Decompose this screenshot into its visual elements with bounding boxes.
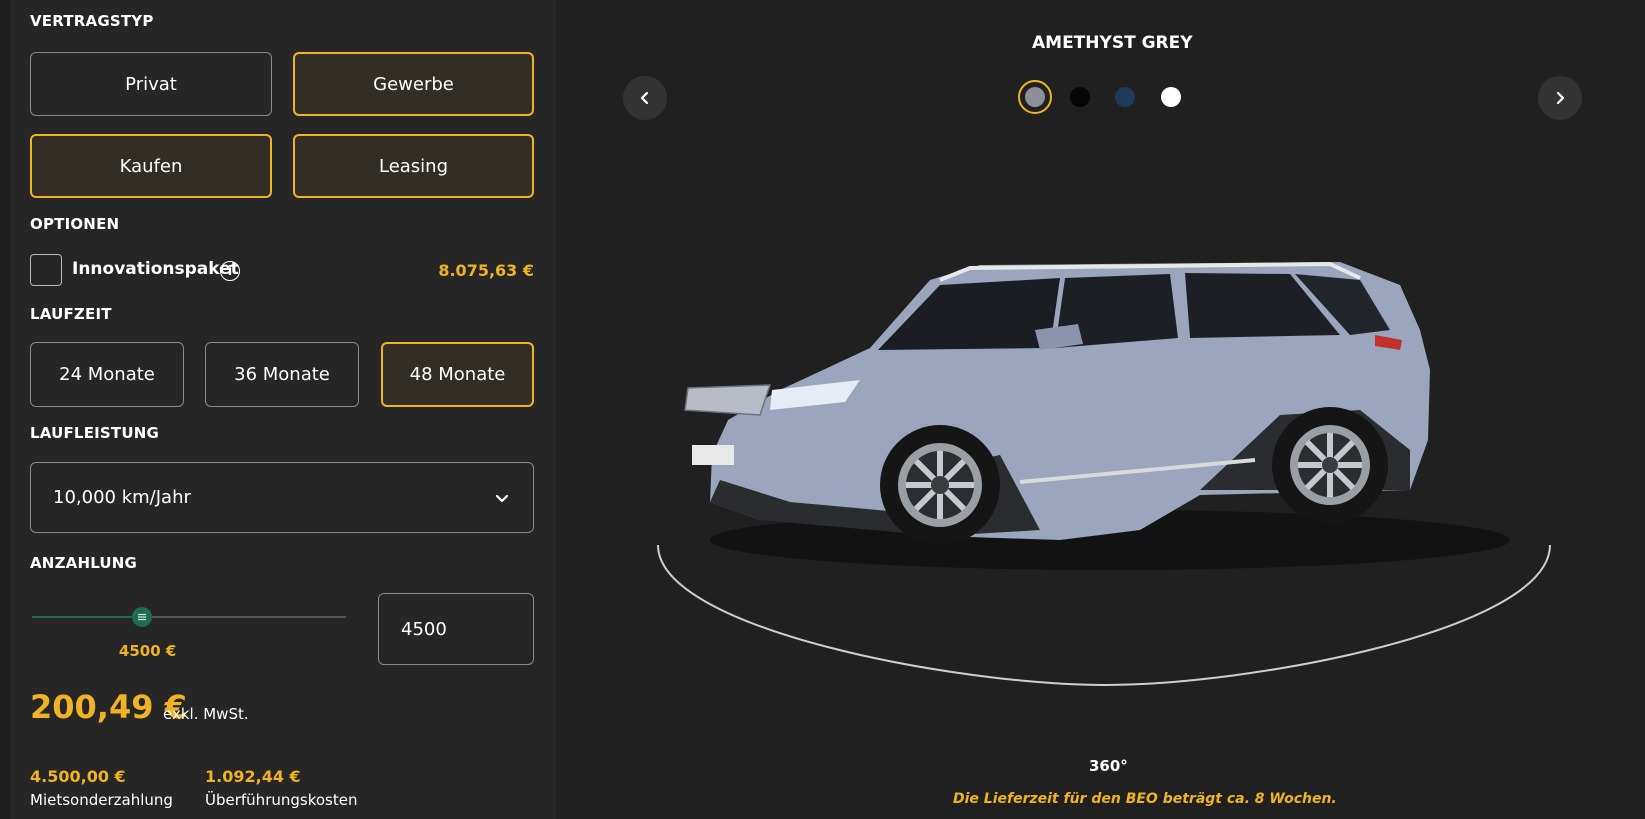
delivery-time-note: Die Lieferzeit für den BEO beträgt ca. 8… <box>953 791 1337 807</box>
front-grille <box>684 384 772 416</box>
previous-color-button[interactable] <box>623 76 667 120</box>
mileage-heading: LAUFLEISTUNG <box>30 424 159 442</box>
color-swatch-blue[interactable] <box>1115 87 1135 107</box>
configurator: VERTRAGSTYP Privat Gewerbe Kaufen Leasin… <box>0 0 1645 819</box>
private-button[interactable]: Privat <box>30 52 272 116</box>
duration-36-button[interactable]: 36 Monate <box>205 342 359 407</box>
leasing-button[interactable]: Leasing <box>293 134 534 198</box>
options-heading: OPTIONEN <box>30 215 120 233</box>
price-tax-note: exkl. MwSt. <box>163 705 249 723</box>
license-plate <box>692 445 734 465</box>
transfer-cost-label: Überführungskosten <box>205 791 358 809</box>
mileage-select[interactable]: 10,000 km/Jahr <box>30 462 534 533</box>
car-image[interactable] <box>640 240 1560 700</box>
color-swatch-black[interactable] <box>1070 87 1090 107</box>
special-payment-label: Mietsonderzahlung <box>30 791 173 809</box>
innovation-package-label: Innovationspaket <box>72 259 239 279</box>
transfer-cost-value: 1.092,44 € <box>205 767 301 786</box>
downpayment-slider-handle[interactable] <box>131 607 152 627</box>
innovation-package-checkbox[interactable] <box>30 254 62 286</box>
downpayment-slider-value: 4500 € <box>118 642 177 660</box>
downpayment-input[interactable] <box>378 593 534 665</box>
mileage-value: 10,000 km/Jahr <box>53 487 191 508</box>
chevron-left-icon <box>640 91 649 105</box>
duration-48-button[interactable]: 48 Monate <box>381 342 534 407</box>
contract-type-heading: VERTRAGSTYP <box>30 12 154 30</box>
info-icon[interactable]: i <box>220 261 240 281</box>
special-payment-value: 4.500,00 € <box>30 767 126 786</box>
duration-heading: LAUFZEIT <box>30 305 112 323</box>
grip-icon <box>137 613 146 621</box>
downpayment-slider-track[interactable] <box>32 616 346 618</box>
next-color-button[interactable] <box>1538 76 1582 120</box>
rotation-360-label[interactable]: 360° <box>1089 757 1128 775</box>
rear-wheel <box>1272 407 1388 523</box>
chevron-right-icon <box>1556 91 1565 105</box>
downpayment-heading: ANZAHLUNG <box>30 554 138 572</box>
panel-edge <box>0 0 10 819</box>
color-name: AMETHYST GREY <box>1032 33 1193 53</box>
front-wheel <box>880 425 1000 545</box>
chevron-down-icon <box>495 494 509 503</box>
business-button[interactable]: Gewerbe <box>293 52 534 116</box>
color-swatch-grey[interactable] <box>1025 87 1045 107</box>
innovation-package-price: 8.075,63 € <box>438 261 534 280</box>
duration-24-button[interactable]: 24 Monate <box>30 342 184 407</box>
buy-button[interactable]: Kaufen <box>30 134 272 198</box>
config-panel: VERTRAGSTYP Privat Gewerbe Kaufen Leasin… <box>0 0 556 819</box>
downpayment-slider-fill <box>32 616 142 618</box>
color-swatch-white[interactable] <box>1161 87 1181 107</box>
